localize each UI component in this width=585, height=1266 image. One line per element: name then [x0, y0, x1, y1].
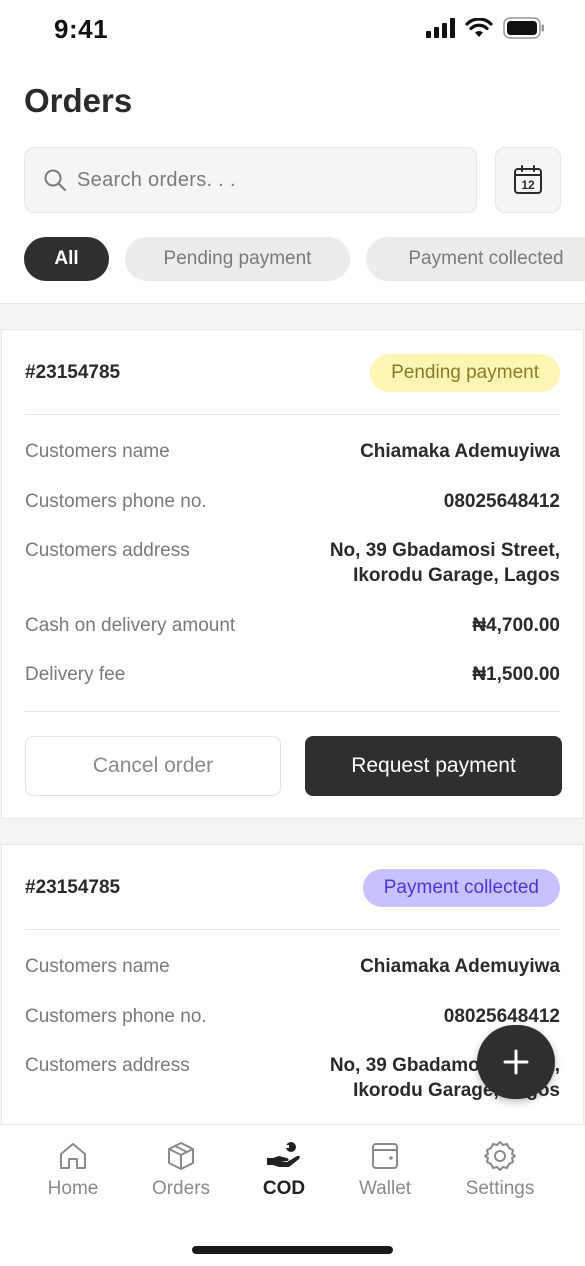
customer-phone-value: 08025648412 — [443, 491, 560, 512]
customer-phone-label: Customers phone no. — [25, 1006, 207, 1027]
page-title: Orders — [24, 82, 133, 119]
customer-phone-label: Customers phone no. — [25, 491, 207, 512]
search-input[interactable] — [77, 168, 437, 192]
status-badge: Payment collected — [362, 869, 560, 907]
status-badge: Pending payment — [370, 354, 560, 392]
cod-amount-label: Cash on delivery amount — [25, 615, 236, 636]
customer-address-label: Customers address — [25, 540, 190, 561]
wallet-icon — [372, 1143, 398, 1169]
filter-chip-all[interactable]: All — [24, 237, 109, 281]
gear-icon — [484, 1141, 516, 1171]
delivery-fee-label: Delivery fee — [25, 664, 126, 685]
customer-phone-value: 08025648412 — [443, 1006, 560, 1027]
delivery-fee-value: ₦1,500.00 — [472, 664, 560, 685]
home-indicator — [192, 1246, 393, 1254]
signal-icon — [426, 18, 455, 38]
request-payment-button[interactable]: Request payment — [305, 736, 562, 796]
customer-address-line2: Ikorodu Garage, Lagos — [353, 565, 560, 586]
search-box[interactable] — [24, 147, 477, 213]
tab-cod[interactable]: COD — [234, 1140, 334, 1200]
add-order-button[interactable] — [477, 1025, 555, 1099]
customer-address-label: Customers address — [25, 1055, 190, 1076]
customer-name-value: Chiamaka Ademuyiwa — [360, 956, 560, 977]
divider — [25, 929, 560, 930]
plus-icon — [503, 1049, 529, 1075]
order-card[interactable]: #23154785 Pending payment Customers name… — [1, 329, 584, 819]
filter-chip-payment-collected[interactable]: Payment collected — [366, 237, 585, 281]
home-icon — [60, 1143, 86, 1169]
tab-wallet[interactable]: Wallet — [335, 1140, 435, 1200]
tab-label: Home — [47, 1178, 99, 1199]
tab-orders[interactable]: Orders — [131, 1140, 231, 1200]
customer-name-value: Chiamaka Ademuyiwa — [360, 441, 560, 462]
battery-icon — [503, 17, 544, 39]
tab-label: Settings — [465, 1178, 535, 1199]
filter-chips: All Pending payment Payment collected — [24, 237, 585, 281]
status-icons — [425, 17, 545, 39]
tab-label: COD — [262, 1178, 306, 1199]
orders-screen: 9:41 Orders Search orders. . . 12 All Pe… — [0, 0, 585, 1266]
tab-settings[interactable]: Settings — [450, 1140, 550, 1200]
order-id: #23154785 — [25, 877, 121, 898]
calendar-icon: 12 — [514, 165, 542, 194]
order-id: #23154785 — [25, 362, 121, 383]
divider — [25, 711, 560, 712]
box-icon — [168, 1142, 194, 1170]
filter-chip-pending-payment[interactable]: Pending payment — [125, 237, 350, 281]
cod-amount-value: ₦4,700.00 — [472, 615, 560, 636]
order-list[interactable]: #23154785 Pending payment Customers name… — [0, 303, 585, 1125]
tab-label: Wallet — [358, 1178, 412, 1199]
cancel-order-button[interactable]: Cancel order — [25, 736, 281, 796]
bottom-tab-bar: Home Orders COD Wallet Settings — [0, 1124, 585, 1266]
tab-label: Orders — [151, 1178, 211, 1199]
status-bar: 9:41 — [0, 0, 585, 60]
customer-name-label: Customers name — [25, 441, 170, 462]
divider — [25, 414, 560, 415]
wifi-icon — [465, 18, 493, 37]
cash-hand-icon — [267, 1142, 300, 1167]
search-icon — [44, 169, 66, 191]
tab-home[interactable]: Home — [23, 1140, 123, 1200]
status-time: 9:41 — [54, 14, 109, 44]
customer-address-line1: No, 39 Gbadamosi Street, — [329, 540, 560, 561]
calendar-button[interactable]: 12 — [495, 147, 561, 213]
calendar-day: 12 — [521, 178, 535, 192]
customer-name-label: Customers name — [25, 956, 170, 977]
